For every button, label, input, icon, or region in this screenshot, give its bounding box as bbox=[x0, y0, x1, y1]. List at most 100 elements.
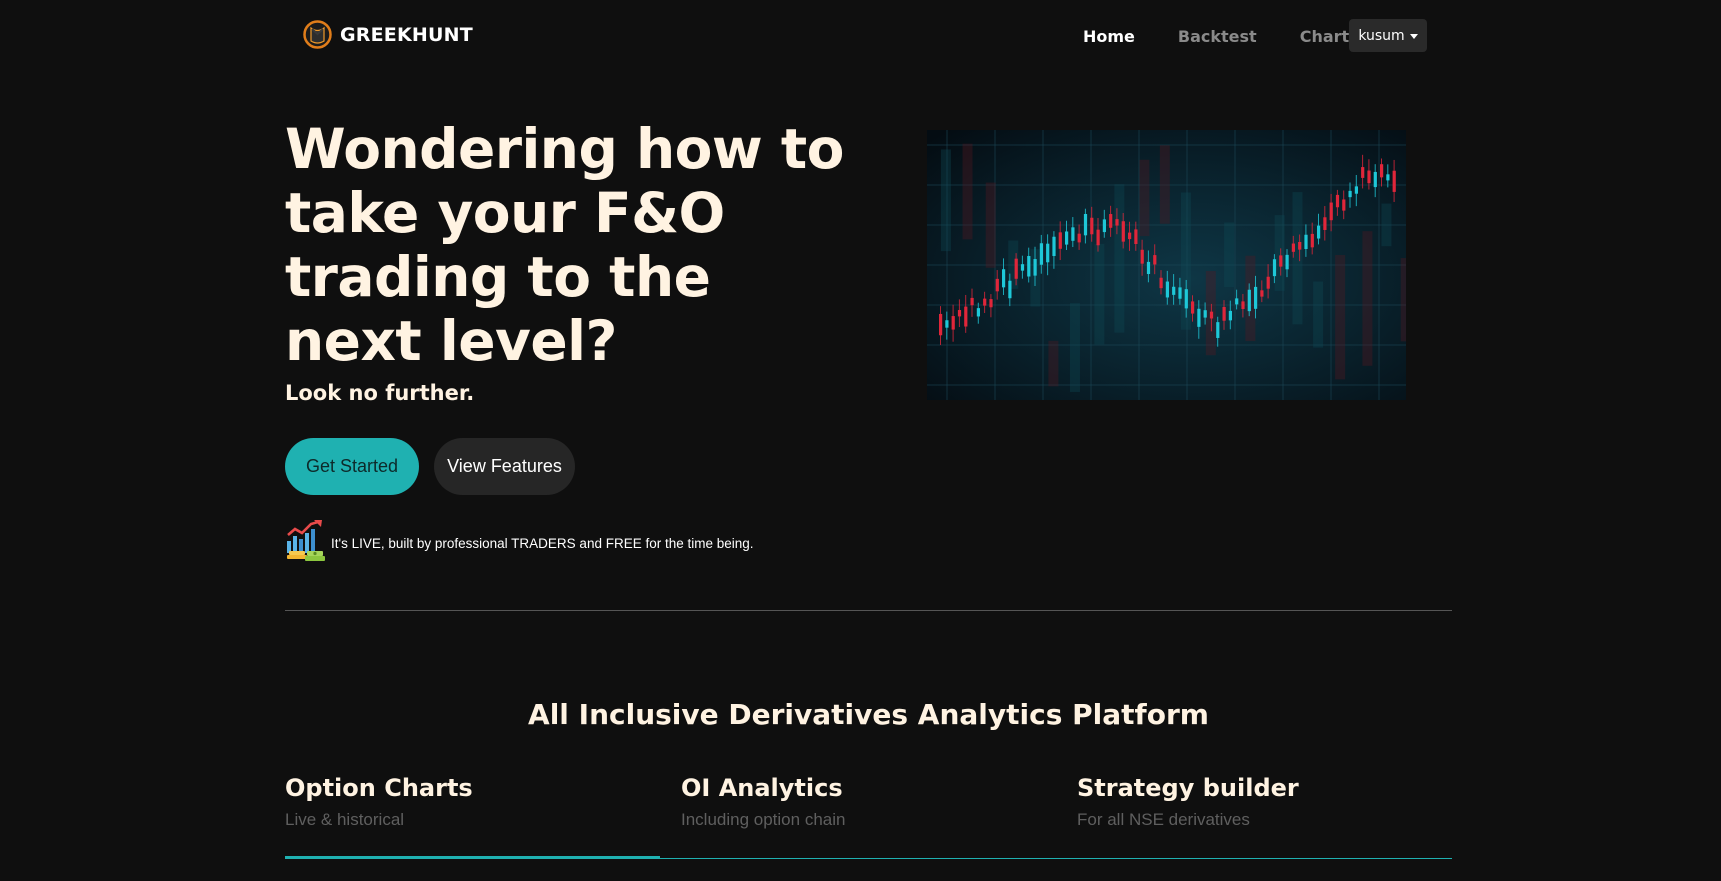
candle-body bbox=[970, 297, 974, 306]
features-heading: All Inclusive Derivatives Analytics Plat… bbox=[528, 698, 1209, 731]
candle-body bbox=[1065, 231, 1069, 245]
candle-body bbox=[995, 278, 999, 292]
candle-body bbox=[1002, 269, 1006, 288]
candle-body bbox=[1247, 289, 1251, 312]
candle-body bbox=[1241, 301, 1245, 309]
candle-body bbox=[1178, 287, 1182, 299]
candle-body bbox=[976, 308, 980, 317]
candle-body bbox=[1008, 280, 1012, 299]
candle-body bbox=[1014, 258, 1018, 279]
candle-body bbox=[1386, 174, 1390, 181]
candle-body bbox=[1033, 259, 1037, 276]
candle-body bbox=[1209, 311, 1214, 319]
candle-body bbox=[1254, 286, 1258, 309]
candle-body bbox=[1102, 219, 1106, 233]
candle-body bbox=[1222, 307, 1226, 321]
candle-body bbox=[1323, 217, 1327, 230]
candle-body bbox=[1266, 276, 1270, 289]
background-candle bbox=[1362, 231, 1373, 366]
candle-body bbox=[1361, 167, 1365, 178]
candle-body bbox=[1342, 199, 1346, 211]
background-candle bbox=[1335, 255, 1346, 380]
candle-body bbox=[1096, 229, 1100, 246]
background-candle bbox=[1114, 184, 1125, 333]
candle-body bbox=[1191, 301, 1195, 314]
candle-body bbox=[1260, 290, 1264, 297]
candle-body bbox=[1090, 217, 1094, 235]
user-menu-dropdown[interactable]: kusum bbox=[1349, 19, 1427, 52]
candle-body bbox=[1317, 225, 1321, 239]
hero-title: Wondering how to take your F&O trading t… bbox=[285, 117, 844, 373]
candle-body bbox=[1071, 227, 1075, 241]
view-features-button[interactable]: View Features bbox=[434, 438, 575, 495]
get-started-button[interactable]: Get Started bbox=[285, 438, 419, 495]
nav-link-home[interactable]: Home bbox=[1083, 27, 1135, 46]
caret-down-icon bbox=[1409, 33, 1418, 39]
top-navbar: GREEKHUNT Home Backtest Chart kusum bbox=[0, 0, 1721, 76]
active-tab-indicator bbox=[285, 856, 660, 859]
tab-title: Strategy builder bbox=[1077, 774, 1299, 802]
candle-body bbox=[1216, 322, 1220, 338]
candle-body bbox=[1310, 233, 1314, 248]
tab-oi-analytics[interactable]: OI Analytics Including option chain bbox=[681, 774, 1056, 860]
candle-body bbox=[1279, 255, 1283, 267]
candle-body bbox=[1354, 186, 1358, 194]
candle-body bbox=[939, 313, 943, 336]
tab-title: Option Charts bbox=[285, 774, 473, 802]
tab-strategy-builder[interactable]: Strategy builder For all NSE derivatives bbox=[1077, 774, 1452, 860]
candle-body bbox=[1272, 259, 1277, 277]
background-candle bbox=[1400, 258, 1406, 342]
candle-body bbox=[1020, 264, 1025, 271]
candle-body bbox=[1121, 221, 1125, 242]
candle-body bbox=[1291, 243, 1295, 252]
page: GREEKHUNT Home Backtest Chart kusum Wond… bbox=[0, 0, 1721, 881]
candle-body bbox=[1128, 232, 1132, 240]
background-candle bbox=[1381, 203, 1392, 247]
candle-body bbox=[1235, 298, 1239, 305]
background-candle bbox=[940, 149, 951, 252]
candle-body bbox=[1052, 236, 1056, 257]
candle-body bbox=[1083, 213, 1088, 236]
candle-body bbox=[1134, 229, 1138, 244]
candle-body bbox=[1077, 233, 1081, 243]
candle-body bbox=[1329, 202, 1333, 221]
candle-body bbox=[945, 320, 949, 328]
candle-body bbox=[1184, 289, 1188, 309]
candle-body bbox=[1027, 256, 1031, 277]
tab-subtitle: For all NSE derivatives bbox=[1077, 810, 1250, 829]
candle-body bbox=[1159, 277, 1163, 289]
tab-option-charts[interactable]: Option Charts Live & historical bbox=[285, 774, 660, 860]
candle-body bbox=[964, 306, 968, 327]
nav-links: Home Backtest Chart bbox=[1083, 27, 1392, 46]
candle-body bbox=[1298, 241, 1302, 250]
background-candle bbox=[962, 143, 973, 240]
candlestick-chart-svg bbox=[927, 130, 1406, 400]
tab-subtitle: Live & historical bbox=[285, 810, 405, 829]
brand-home-link[interactable]: GREEKHUNT bbox=[303, 20, 473, 49]
candle-body bbox=[983, 298, 987, 306]
candle-body bbox=[989, 299, 993, 308]
candle-body bbox=[1140, 249, 1144, 264]
candle-body bbox=[957, 310, 962, 317]
background-candle bbox=[1224, 222, 1235, 288]
candle-body bbox=[1285, 254, 1289, 270]
candle-body bbox=[1304, 234, 1308, 250]
candle-body bbox=[1058, 232, 1062, 249]
candle-body bbox=[1348, 190, 1352, 198]
background-candle bbox=[1139, 159, 1150, 237]
nav-link-chart[interactable]: Chart bbox=[1300, 27, 1349, 46]
nav-link-backtest[interactable]: Backtest bbox=[1178, 27, 1257, 46]
background-candle bbox=[1069, 303, 1080, 392]
candle-body bbox=[1046, 243, 1050, 263]
tab-title: OI Analytics bbox=[681, 774, 843, 802]
background-candle bbox=[1292, 192, 1303, 325]
live-note: It's LIVE, built by professional TRADERS… bbox=[285, 519, 754, 563]
background-candle bbox=[985, 182, 996, 268]
candle-body bbox=[1380, 164, 1384, 178]
candle-body bbox=[1335, 194, 1340, 208]
candle-body bbox=[1373, 171, 1377, 188]
greekhunt-logo-icon bbox=[303, 20, 332, 49]
live-note-text: It's LIVE, built by professional TRADERS… bbox=[331, 535, 754, 551]
candle-body bbox=[1203, 310, 1207, 318]
background-candle bbox=[1048, 340, 1059, 387]
